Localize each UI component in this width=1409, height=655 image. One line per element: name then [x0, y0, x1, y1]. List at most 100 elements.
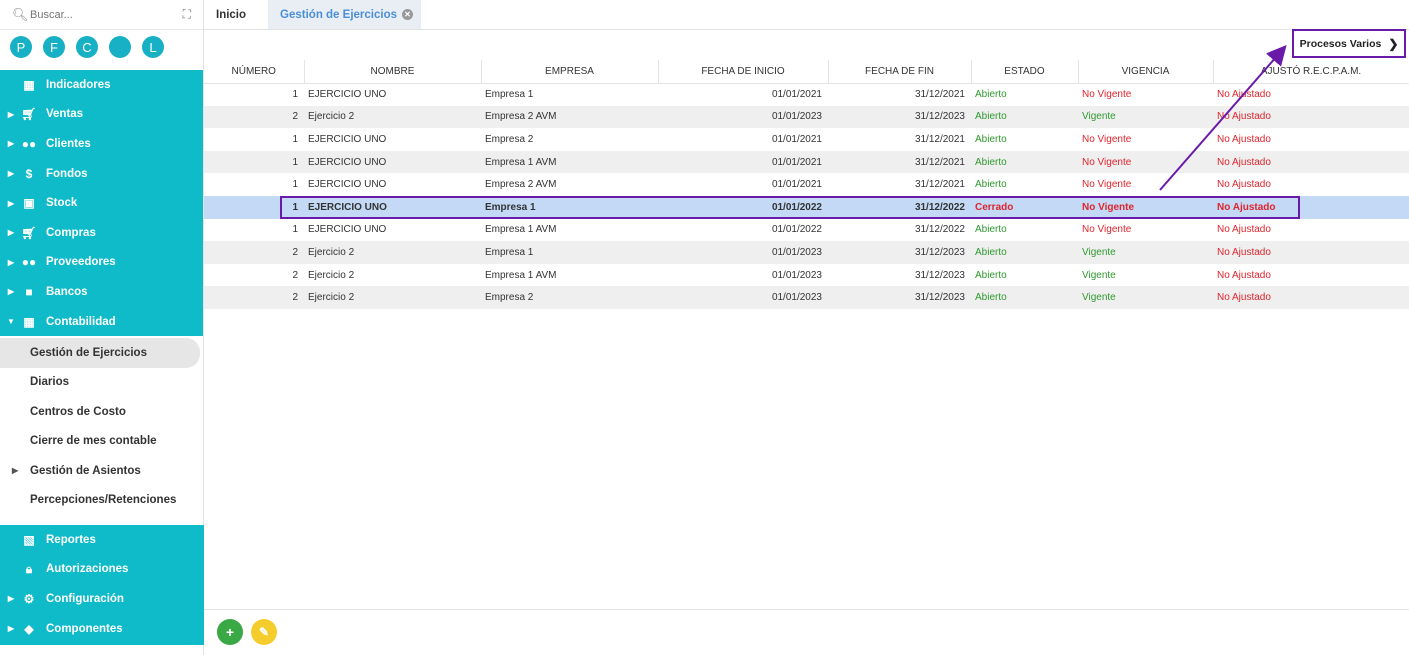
- cell-fin: 31/12/2021: [914, 179, 965, 191]
- cell-num: 1: [292, 89, 298, 101]
- column-header[interactable]: EMPRESA: [481, 60, 659, 84]
- cell-nombre: Ejercicio 2: [308, 292, 355, 304]
- sidebar-item-componentes[interactable]: ▶ ◆ Componentes: [0, 614, 204, 644]
- quick-circle-p[interactable]: P: [10, 36, 32, 58]
- table-row[interactable]: 1 EJERCICIO UNO Empresa 1 01/01/2021 31/12/2…: [204, 83, 1409, 106]
- cell-inicio: 01/01/2021: [771, 89, 822, 101]
- sidebar-item-label: Configuración: [46, 592, 124, 605]
- sidebar-item-label: Stock: [46, 197, 78, 210]
- submenu-item-gestion-asientos[interactable]: ▶ Gestión de Asientos: [0, 456, 203, 485]
- submenu-item-gestion-ejercicios[interactable]: Gestión de Ejercicios: [0, 338, 200, 368]
- caret-right-icon: ▶: [7, 228, 15, 238]
- cell-num: 2: [292, 246, 298, 258]
- table-row[interactable]: 2 Ejercicio 2 Empresa 2 AVM 01/01/2023 31/12…: [204, 105, 1409, 129]
- cell-ajuste: No Ajustado: [1217, 179, 1271, 191]
- cell-estado: Abierto: [975, 246, 1007, 258]
- cell-inicio: 01/01/2023: [771, 246, 822, 258]
- cell-estado: Abierto: [975, 111, 1007, 123]
- tab-inicio[interactable]: Inicio: [204, 0, 258, 29]
- cell-estado: Cerrado: [975, 201, 1014, 213]
- fullscreen-icon[interactable]: ⛶: [183, 7, 191, 22]
- cell-fin: 31/12/2023: [914, 269, 965, 281]
- cell-inicio: 01/01/2022: [771, 201, 822, 213]
- sidebar-item-proveedores[interactable]: ▶ ●● Proveedores: [0, 248, 203, 278]
- column-header[interactable]: AJUSTÓ R.E.C.P.A.M.: [1213, 60, 1409, 84]
- table-row[interactable]: 1 EJERCICIO UNO Empresa 2 AVM 01/01/2021 31/…: [204, 173, 1409, 196]
- sidebar-item-label: Compras: [46, 226, 96, 239]
- contabilidad-submenu: Gestión de Ejercicios Diarios Centros de…: [0, 336, 203, 517]
- cell-vigencia: No Vigente: [1082, 133, 1132, 145]
- column-header[interactable]: NOMBRE: [304, 60, 482, 84]
- submenu-item-centros-costo[interactable]: Centros de Costo: [0, 397, 203, 426]
- table-row[interactable]: 1 EJERCICIO UNO Empresa 2 01/01/2021 31/12/2…: [204, 128, 1409, 151]
- search-input[interactable]: [30, 8, 170, 21]
- cell-empresa: Empresa 1 AVM: [485, 269, 557, 281]
- report-icon: ▧: [23, 532, 35, 547]
- cell-inicio: 01/01/2021: [771, 133, 822, 145]
- submenu-item-percepciones[interactable]: Percepciones/Retenciones: [0, 485, 203, 514]
- cell-empresa: Empresa 2 AVM: [485, 179, 557, 191]
- sidebar-item-clientes[interactable]: ▶ ●● Clientes: [0, 129, 203, 159]
- sidebar-item-contabilidad[interactable]: ▼ ▦ Contabilidad: [0, 307, 203, 337]
- cell-vigencia: Vigente: [1082, 269, 1116, 281]
- add-button[interactable]: +: [217, 619, 243, 645]
- cell-empresa: Empresa 2: [485, 292, 534, 304]
- box-icon: ▣: [23, 196, 35, 211]
- procesos-varios-dropdown[interactable]: Procesos Varios ❯: [1292, 29, 1406, 58]
- sidebar-item-bancos[interactable]: ▶ ■ Bancos: [0, 277, 203, 307]
- quick-circle-f[interactable]: F: [43, 36, 65, 58]
- cell-fin: 31/12/2022: [914, 224, 965, 236]
- submenu-item-cierre-mes[interactable]: Cierre de mes contable: [0, 427, 203, 456]
- close-icon[interactable]: ✕: [402, 9, 413, 20]
- column-header[interactable]: ESTADO: [971, 60, 1079, 84]
- sidebar-item-stock[interactable]: ▶ ▣ Stock: [0, 188, 203, 218]
- column-header[interactable]: NÚMERO: [204, 60, 305, 84]
- sidebar-item-autorizaciones[interactable]: 🔒︎ Autorizaciones: [0, 555, 204, 585]
- cell-vigencia: No Vigente: [1082, 179, 1132, 191]
- submenu-item-diarios[interactable]: Diarios: [0, 368, 203, 397]
- cell-nombre: EJERCICIO UNO: [308, 224, 387, 236]
- sidebar-item-label: Fondos: [46, 167, 88, 180]
- sidebar-item-compras[interactable]: ▶ 🛒︎ Compras: [0, 218, 203, 248]
- sidebar-item-fondos[interactable]: ▶ $ Fondos: [0, 159, 203, 189]
- cell-fin: 31/12/2021: [914, 156, 965, 168]
- cell-ajuste: No Ajustado: [1217, 89, 1271, 101]
- column-header[interactable]: FECHA DE INICIO: [658, 60, 829, 84]
- table-row[interactable]: 1 EJERCICIO UNO Empresa 1 AVM 01/01/2021 31/…: [204, 150, 1409, 174]
- sidebar-item-label: Autorizaciones: [46, 563, 129, 576]
- cell-fin: 31/12/2023: [914, 111, 965, 123]
- table-row[interactable]: 1 EJERCICIO UNO Empresa 1 01/01/2022 31/12/2…: [204, 195, 1409, 219]
- quick-circle-blank[interactable]: [109, 36, 131, 58]
- cell-fin: 31/12/2021: [914, 133, 965, 145]
- table-row[interactable]: 2 Ejercicio 2 Empresa 2 01/01/2023 31/12/202…: [204, 286, 1409, 309]
- cell-fin: 31/12/2021: [914, 89, 965, 101]
- main-nav: ▦ Indicadores ▶ 🛒︎ Ventas ▶ ●● Clientes …: [0, 70, 203, 337]
- cell-nombre: EJERCICIO UNO: [308, 133, 387, 145]
- cell-inicio: 01/01/2023: [771, 269, 822, 281]
- sidebar-item-indicadores[interactable]: ▦ Indicadores: [0, 70, 203, 100]
- sidebar-item-label: Bancos: [46, 285, 88, 298]
- quick-circle-l[interactable]: L: [142, 36, 164, 58]
- chevron-down-icon: ❯: [1388, 36, 1399, 51]
- tab-gestion-ejercicios[interactable]: Gestión de Ejercicios ✕: [268, 0, 421, 29]
- table-row[interactable]: 2 Ejercicio 2 Empresa 1 AVM 01/01/2023 31/12…: [204, 264, 1409, 287]
- sidebar-item-configuracion[interactable]: ▶ ⚙ Configuración: [0, 584, 204, 614]
- cell-inicio: 01/01/2021: [771, 156, 822, 168]
- table-row[interactable]: 2 Ejercicio 2 Empresa 1 01/01/2023 31/12/202…: [204, 241, 1409, 264]
- sidebar-item-ventas[interactable]: ▶ 🛒︎ Ventas: [0, 100, 203, 130]
- cell-vigencia: No Vigente: [1082, 156, 1132, 168]
- search-bar: 🔍︎ ⛶: [0, 0, 203, 30]
- cell-num: 2: [292, 111, 298, 123]
- table-row[interactable]: 1 EJERCICIO UNO Empresa 1 AVM 01/01/2022 31/…: [204, 219, 1409, 242]
- cell-inicio: 01/01/2023: [771, 292, 822, 304]
- sidebar-item-reportes[interactable]: ▧ Reportes: [0, 525, 204, 555]
- caret-right-icon: ▶: [7, 287, 15, 297]
- cell-ajuste: No Ajustado: [1217, 292, 1271, 304]
- sidebar-item-label: Indicadores: [46, 78, 111, 91]
- caret-right-icon: ▶: [7, 257, 15, 267]
- edit-button[interactable]: ✎: [251, 619, 277, 645]
- sidebar-item-label: Contabilidad: [46, 315, 116, 328]
- column-header[interactable]: VIGENCIA: [1078, 60, 1214, 84]
- column-header[interactable]: FECHA DE FIN: [828, 60, 972, 84]
- quick-circle-c[interactable]: C: [76, 36, 98, 58]
